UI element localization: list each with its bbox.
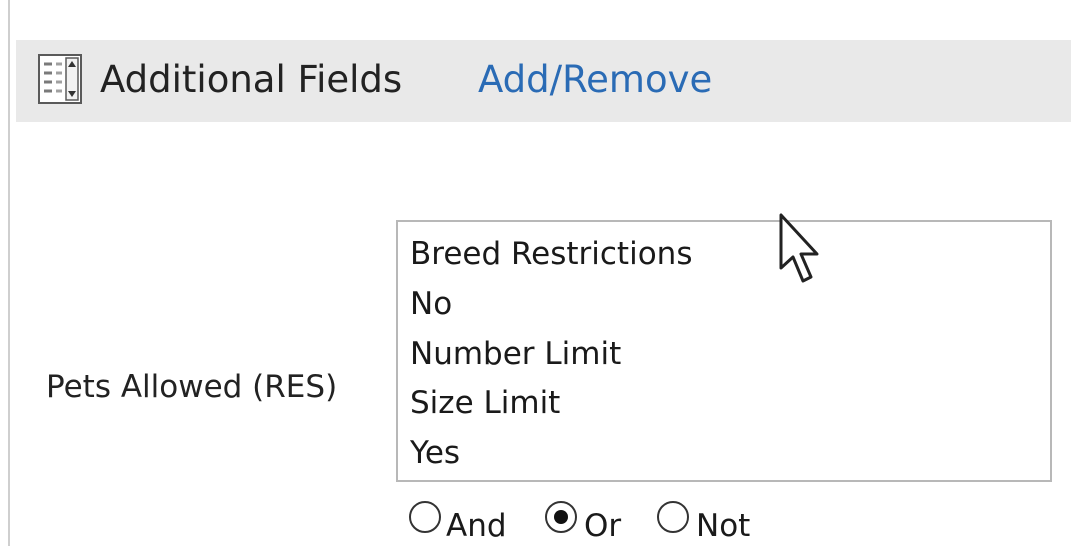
- pets-allowed-listbox[interactable]: Breed Restrictions No Number Limit Size …: [396, 220, 1052, 482]
- radio-and[interactable]: [408, 500, 442, 534]
- radio-and-label: And: [446, 508, 507, 544]
- list-option[interactable]: Size Limit: [410, 383, 560, 423]
- radio-or[interactable]: [544, 500, 578, 534]
- fields-list-icon: [38, 54, 82, 104]
- section-header: Additional Fields Add/Remove: [16, 40, 1071, 122]
- radio-or-label: Or: [584, 508, 622, 544]
- list-option[interactable]: Breed Restrictions: [410, 234, 692, 274]
- panel-left-border: [8, 0, 10, 546]
- radio-not[interactable]: [656, 500, 690, 534]
- list-option[interactable]: Number Limit: [410, 334, 621, 374]
- radio-not-label: Not: [696, 508, 751, 544]
- additional-fields-panel: Additional Fields Add/Remove Pets Allowe…: [0, 0, 1071, 546]
- list-option[interactable]: No: [410, 284, 452, 324]
- section-title: Additional Fields: [100, 58, 403, 101]
- list-option[interactable]: Yes: [410, 433, 460, 473]
- add-remove-link[interactable]: Add/Remove: [478, 58, 712, 102]
- pets-allowed-label: Pets Allowed (RES): [46, 369, 338, 405]
- mouse-cursor-icon: [779, 213, 819, 283]
